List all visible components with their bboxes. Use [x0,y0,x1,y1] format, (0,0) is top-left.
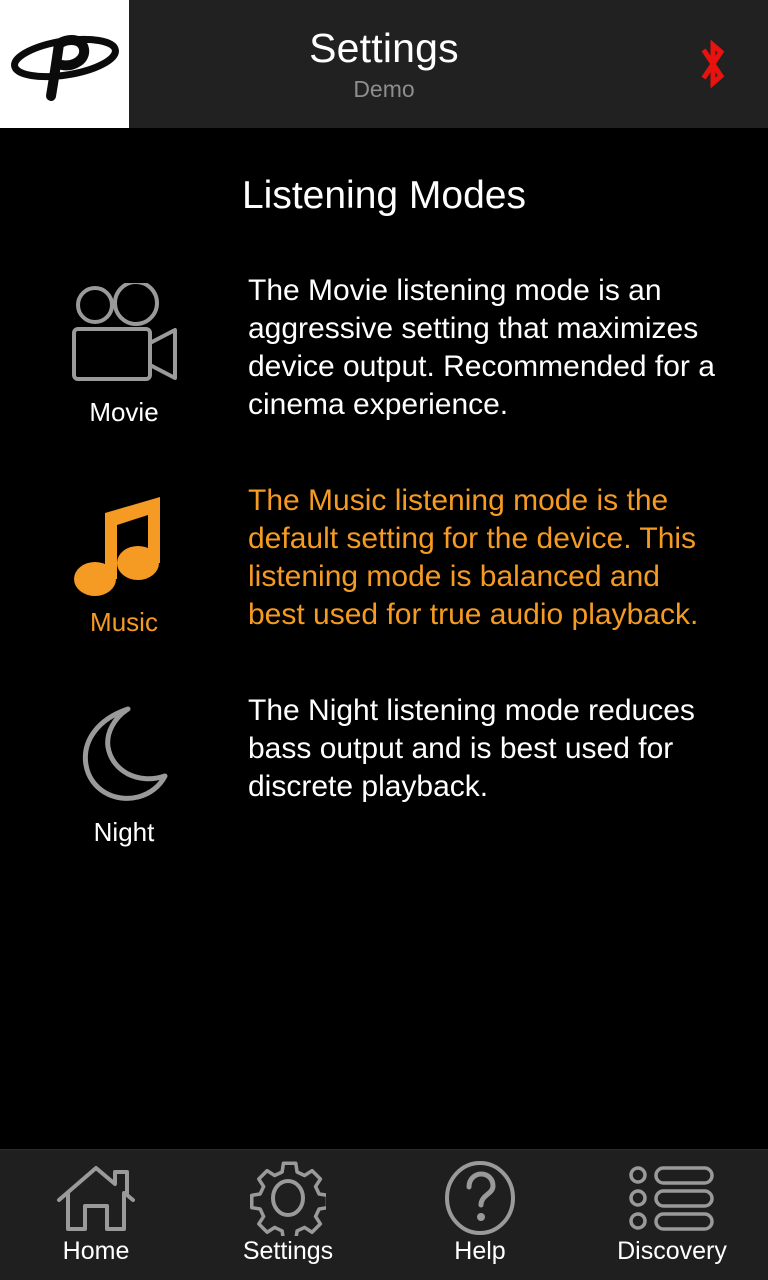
mode-label: Night [93,817,155,847]
music-note-icon [72,490,176,600]
list-icon [628,1160,716,1236]
listening-mode-item-movie[interactable]: Movie The Movie listening mode is an agg… [0,268,768,478]
mode-description: The Night listening mode reduces bass ou… [248,694,695,803]
mode-label: Music [90,607,158,637]
bluetooth-icon[interactable] [696,38,730,90]
page-header-subtitle: Demo [353,76,415,102]
question-circle-icon [443,1160,517,1236]
page-header-title: Settings [309,25,459,71]
mode-description: The Movie listening mode is an aggressiv… [248,274,715,421]
listening-mode-item-night[interactable]: Night The Night listening mode reduces b… [0,688,768,898]
home-icon [55,1160,137,1236]
app-root: Settings Demo Listening Modes Movie The … [0,0,768,1280]
listening-modes-list: Movie The Movie listening mode is an agg… [0,268,768,898]
brand-p-logo-icon [10,22,120,106]
main-content: Listening Modes Movie The Movie listenin… [0,128,768,1149]
crescent-moon-icon [72,700,176,810]
mode-icon-column: Music [0,478,248,638]
nav-item-settings[interactable]: Settings [192,1150,384,1280]
mode-label: Movie [89,397,159,427]
nav-label: Settings [242,1237,334,1265]
brand-logo-tile[interactable] [0,0,129,128]
mode-description: The Music listening mode is the default … [248,484,699,631]
mode-icon-column: Night [0,688,248,848]
page-title: Listening Modes [241,174,526,217]
listening-mode-item-music[interactable]: Music The Music listening mode is the de… [0,478,768,688]
nav-label: Help [454,1237,506,1265]
mode-icon-column: Movie [0,268,248,428]
nav-item-help[interactable]: Help [384,1150,576,1280]
nav-item-home[interactable]: Home [0,1150,192,1280]
nav-label: Discovery [617,1237,727,1265]
gear-icon [250,1160,326,1236]
nav-label: Home [62,1237,130,1265]
bottom-navigation-bar: Home Settings Help Discovery [0,1149,768,1280]
nav-item-discovery[interactable]: Discovery [576,1150,768,1280]
movie-camera-icon [65,280,183,390]
app-header: Settings Demo [0,0,768,128]
